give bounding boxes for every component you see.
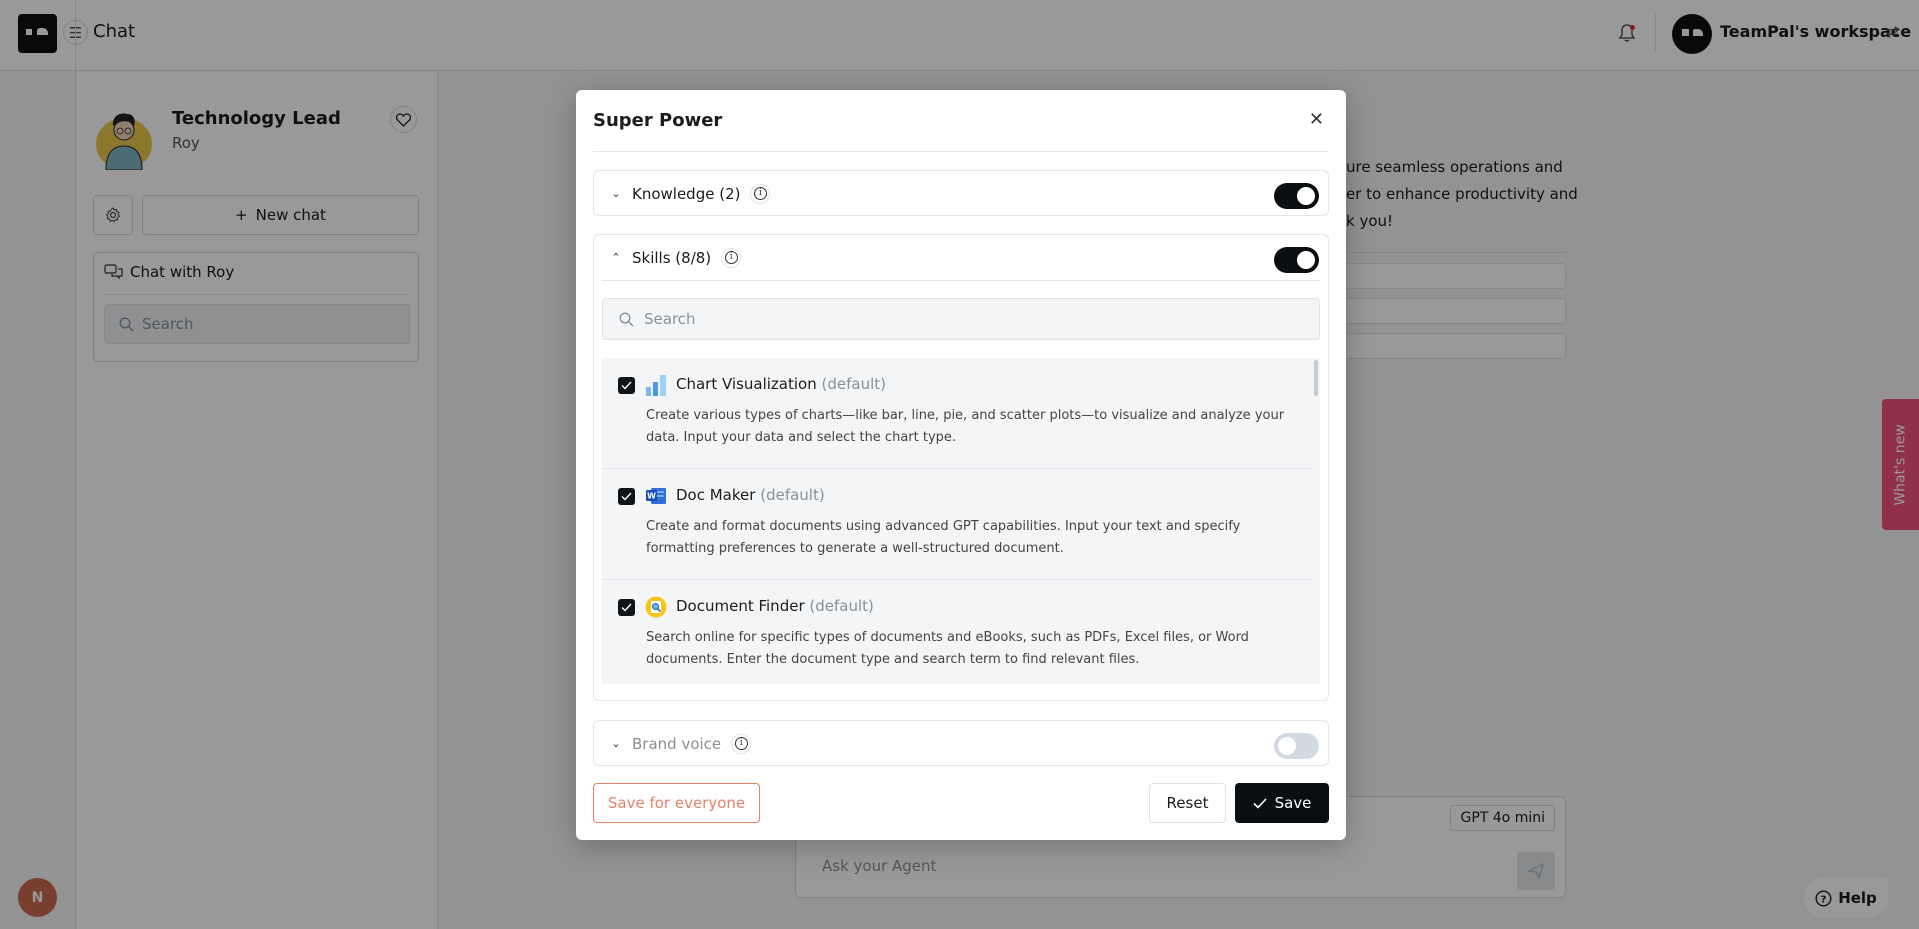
divider <box>593 151 1329 152</box>
bar-chart-icon <box>645 374 667 396</box>
default-tag: (default) <box>821 375 887 393</box>
reset-button[interactable]: Reset <box>1149 783 1226 823</box>
skill-description: Search online for specific types of docu… <box>646 630 1249 667</box>
skill-checkbox[interactable] <box>618 377 635 394</box>
save-for-everyone-button[interactable]: Save for everyone <box>593 783 760 823</box>
default-tag: (default) <box>809 597 874 615</box>
save-label: Save <box>1274 794 1312 812</box>
chevron-up-icon: ⌃ <box>611 251 621 264</box>
svg-text:W: W <box>647 492 656 501</box>
skill-checkbox[interactable] <box>618 599 635 616</box>
info-icon[interactable]: i <box>721 247 742 268</box>
modal-title: Super Power <box>593 110 723 131</box>
super-power-modal: Super Power ✕ ⌄ Knowledge (2) i ⌃ Skills… <box>576 90 1346 840</box>
info-icon[interactable]: i <box>750 183 771 204</box>
skill-item: Chart Visualization (default) Create var… <box>602 358 1312 469</box>
skills-list[interactable]: Chart Visualization (default) Create var… <box>602 358 1320 684</box>
check-icon <box>621 381 632 390</box>
chevron-down-icon: ⌄ <box>611 737 621 750</box>
check-icon <box>621 492 632 501</box>
skill-description: Create various types of charts—like bar,… <box>646 408 1285 445</box>
section-label: Skills (8/8) <box>632 248 712 267</box>
search-icon <box>619 311 634 326</box>
default-tag: (default) <box>760 486 825 504</box>
knowledge-toggle[interactable] <box>1274 183 1319 209</box>
chevron-down-icon: ⌄ <box>611 187 621 200</box>
word-doc-icon: W <box>645 485 667 507</box>
section-skills: ⌃ Skills (8/8) i Search Chart Visualizat… <box>593 234 1329 701</box>
divider <box>602 280 1320 281</box>
check-icon <box>621 603 632 612</box>
scrollbar[interactable] <box>1314 360 1318 396</box>
skill-name: Chart Visualization <box>676 375 817 393</box>
close-icon[interactable]: ✕ <box>1309 110 1324 130</box>
skill-checkbox[interactable] <box>618 488 635 505</box>
skill-name: Doc Maker <box>676 486 756 504</box>
section-skills-header[interactable]: ⌃ Skills (8/8) i <box>594 235 1328 280</box>
section-knowledge-header[interactable]: ⌄ Knowledge (2) i <box>594 171 1328 216</box>
skills-search-input[interactable]: Search <box>602 298 1320 340</box>
section-brand-voice-header[interactable]: ⌄ Brand voice i <box>594 721 1328 766</box>
skill-item: W Doc Maker (default) Create and format … <box>602 469 1312 580</box>
skills-toggle[interactable] <box>1274 247 1319 273</box>
save-button[interactable]: Save <box>1235 783 1329 823</box>
skill-name: Document Finder <box>676 597 805 615</box>
section-label: Knowledge (2) <box>632 184 741 203</box>
skill-item: Document Finder (default) Search online … <box>602 580 1312 684</box>
info-icon[interactable]: i <box>731 733 752 754</box>
section-knowledge: ⌄ Knowledge (2) i <box>593 170 1329 216</box>
skill-description: Create and format documents using advanc… <box>646 519 1241 556</box>
document-search-icon <box>645 596 667 618</box>
section-label: Brand voice <box>632 734 722 753</box>
check-icon <box>1253 797 1267 809</box>
skills-search-placeholder: Search <box>644 310 696 328</box>
section-brand-voice: ⌄ Brand voice i <box>593 720 1329 766</box>
brand-voice-toggle[interactable] <box>1274 733 1319 759</box>
